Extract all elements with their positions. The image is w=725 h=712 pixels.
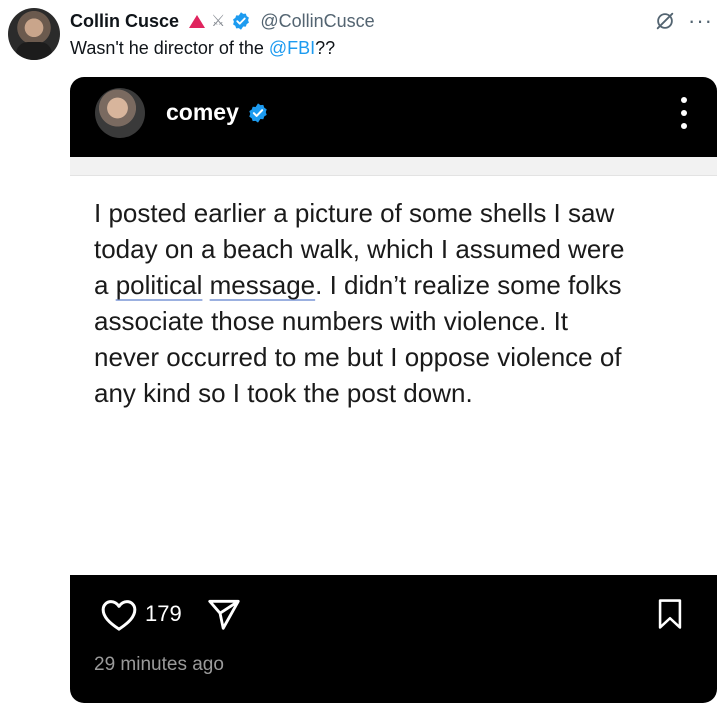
post-word-political: political: [115, 270, 203, 300]
tweet-text-prefix: Wasn't he director of the: [70, 38, 269, 58]
send-icon: [208, 599, 240, 630]
grok-icon[interactable]: [654, 10, 676, 32]
more-options-icon[interactable]: ···: [688, 10, 713, 32]
post-line-4: associate those numbers with violence. I…: [94, 306, 569, 336]
heart-icon: [101, 600, 137, 631]
like-count: 179: [145, 601, 182, 626]
post-word-message: message: [209, 270, 316, 300]
post-line-1: I posted earlier a picture of some shell…: [94, 198, 615, 228]
post-header: comey: [70, 77, 717, 157]
post-line-3b: [202, 270, 209, 300]
post-user: comey: [166, 99, 269, 126]
tweet-header: Collin Cusce ⚔ @CollinCusce: [70, 10, 375, 32]
post-line-6: any kind so I took the post down.: [94, 378, 473, 408]
tweet-header-actions: ···: [654, 10, 713, 32]
post-avatar: [95, 88, 145, 138]
post-kebab-icon: [681, 97, 687, 129]
post-line-3c: . I didn’t realize some folks: [315, 270, 622, 300]
post-line-3a: a: [94, 270, 116, 300]
embedded-post-image[interactable]: comey I posted earlier a picture of some…: [70, 77, 717, 703]
mention-link[interactable]: @FBI: [269, 38, 315, 58]
crossed-swords-icon: ⚔: [211, 13, 226, 30]
post-footer: 179 29 minutes ago: [70, 575, 717, 703]
tweet-text: Wasn't he director of the @FBI??: [70, 38, 335, 59]
post-username: comey: [166, 99, 239, 125]
tweet-text-suffix: ??: [315, 38, 336, 58]
post-verified-icon: [249, 102, 267, 123]
post-timestamp: 29 minutes ago: [94, 654, 224, 675]
avatar-shirt: [16, 42, 52, 60]
author-name[interactable]: Collin Cusce: [70, 11, 179, 32]
post-line-5: never occurred to me but I oppose violen…: [94, 342, 622, 372]
red-triangle-icon: [189, 14, 206, 28]
verified-icon: [233, 12, 250, 30]
post-separator: [70, 157, 717, 176]
post-line-2: today on a beach walk, which I assumed w…: [94, 234, 625, 264]
author-avatar[interactable]: [8, 8, 60, 60]
bookmark-icon: [658, 599, 682, 629]
author-handle[interactable]: @CollinCusce: [260, 11, 374, 32]
post-body: I posted earlier a picture of some shell…: [94, 195, 694, 411]
